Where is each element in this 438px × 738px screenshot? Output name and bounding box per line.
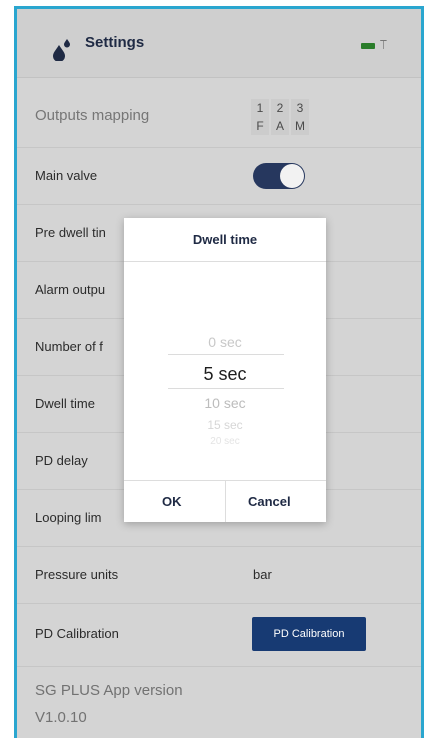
output-2[interactable]: 2A bbox=[271, 99, 289, 135]
app-version: SG PLUS App version V1.0.10 bbox=[35, 677, 183, 731]
dialog-separator bbox=[124, 261, 326, 262]
picker-option[interactable]: 15 sec bbox=[124, 418, 326, 432]
main-valve-row: Main valve bbox=[17, 148, 421, 205]
outputs-mapping-grid[interactable]: 1F 2A 3M bbox=[251, 99, 309, 135]
number-of-label: Number of f bbox=[35, 339, 103, 354]
pressure-units-value[interactable]: bar bbox=[253, 567, 272, 582]
ok-button[interactable]: OK bbox=[162, 494, 182, 509]
main-valve-label: Main valve bbox=[35, 168, 98, 183]
pd-delay-label: PD delay bbox=[35, 453, 88, 468]
pd-calibration-label: PD Calibration bbox=[35, 626, 119, 641]
page-title: Settings bbox=[85, 34, 145, 51]
pre-dwell-label: Pre dwell tin bbox=[35, 225, 106, 240]
picker-option[interactable]: 10 sec bbox=[124, 395, 326, 411]
picker-option[interactable]: 0 sec bbox=[124, 334, 326, 350]
picker-divider bbox=[168, 388, 284, 389]
dialog-button-divider bbox=[225, 480, 226, 522]
pressure-units-label: Pressure units bbox=[35, 567, 119, 582]
header: Settings ⟙ bbox=[17, 9, 421, 78]
cancel-button[interactable]: Cancel bbox=[248, 494, 291, 509]
dwell-time-label: Dwell time bbox=[35, 396, 95, 411]
toggle-knob bbox=[280, 164, 304, 188]
output-3[interactable]: 3M bbox=[291, 99, 309, 135]
water-drops-icon bbox=[53, 39, 70, 61]
outputs-mapping-row[interactable]: Outputs mapping 1F 2A 3M bbox=[17, 77, 421, 148]
looping-label: Looping lim bbox=[35, 510, 102, 525]
signal-icon: ⟙ bbox=[379, 38, 387, 52]
alarm-output-label: Alarm outpu bbox=[35, 282, 106, 297]
picker-divider bbox=[168, 354, 284, 355]
battery-icon bbox=[361, 43, 375, 49]
output-1[interactable]: 1F bbox=[251, 99, 269, 135]
dwell-time-dialog: Dwell time 0 sec 5 sec 10 sec 15 sec 20 … bbox=[124, 218, 326, 522]
main-valve-toggle[interactable] bbox=[253, 163, 305, 189]
version-number: V1.0.10 bbox=[35, 709, 87, 726]
picker-option-selected[interactable]: 5 sec bbox=[124, 364, 326, 385]
dialog-title: Dwell time bbox=[192, 232, 258, 247]
outputs-mapping-label: Outputs mapping bbox=[35, 107, 150, 124]
version-label: SG PLUS App version bbox=[35, 682, 183, 699]
pd-calibration-button[interactable]: PD Calibration bbox=[252, 617, 366, 651]
picker-option[interactable]: 20 sec bbox=[124, 436, 326, 445]
pressure-units-row[interactable]: Pressure units bar bbox=[17, 547, 421, 604]
pd-calibration-row: PD Calibration PD Calibration bbox=[17, 604, 421, 667]
